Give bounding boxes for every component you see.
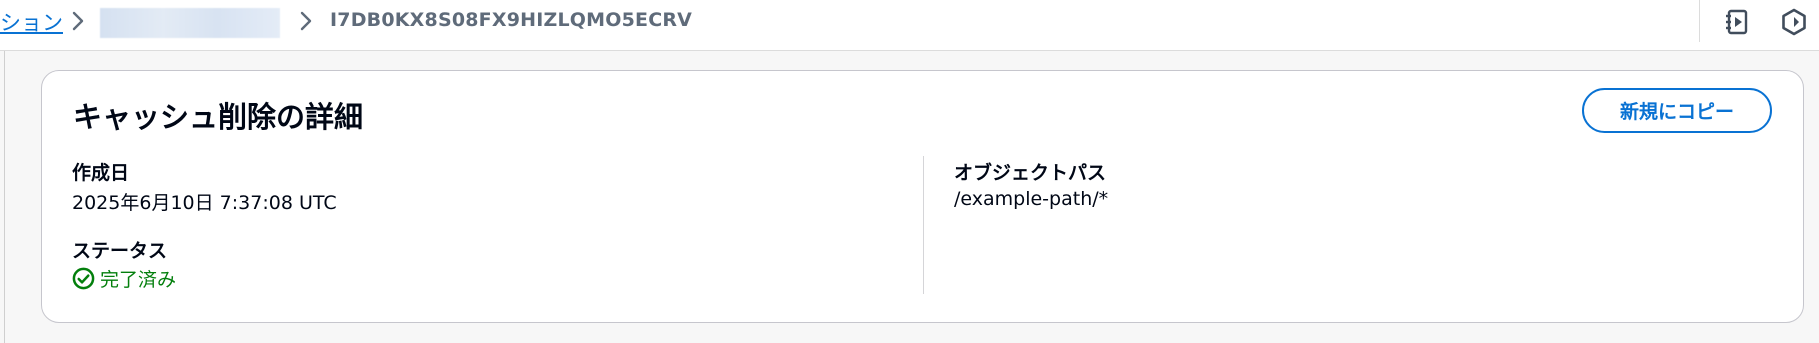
status-indicator: 完了済み [72, 265, 176, 292]
notebook-play-icon[interactable] [1723, 8, 1751, 36]
column-divider [923, 156, 924, 294]
check-circle-icon [72, 267, 95, 290]
copy-to-new-button[interactable]: 新規にコピー [1582, 88, 1772, 133]
left-rail-line [4, 51, 5, 343]
breadcrumb-chevron-right-icon [300, 11, 312, 31]
top-bar: ション I7DB0KX8S08FX9HIZLQMO5ECRV [0, 0, 1819, 51]
object-path-value: /example-path/* [954, 188, 1109, 210]
status-value: 完了済み [100, 269, 177, 291]
breadcrumb-current: I7DB0KX8S08FX9HIZLQMO5ECRV [330, 9, 693, 31]
object-path-label: オブジェクトパス [954, 162, 1107, 184]
toolbar-divider [1699, 0, 1700, 42]
created-label: 作成日 [72, 162, 130, 184]
created-value: 2025年6月10日 7:37:08 UTC [72, 192, 337, 214]
settings-hex-icon[interactable] [1780, 8, 1808, 36]
status-label: ステータス [72, 240, 168, 262]
breadcrumb-previous-link[interactable]: ション [0, 7, 63, 37]
card-title: キャッシュ削除の詳細 [73, 100, 364, 134]
breadcrumb-redacted-item[interactable] [100, 8, 280, 38]
invalidation-details-card: キャッシュ削除の詳細 新規にコピー 作成日 2025年6月10日 7:37:08… [41, 70, 1804, 323]
breadcrumb-chevron-right-icon [72, 11, 84, 31]
